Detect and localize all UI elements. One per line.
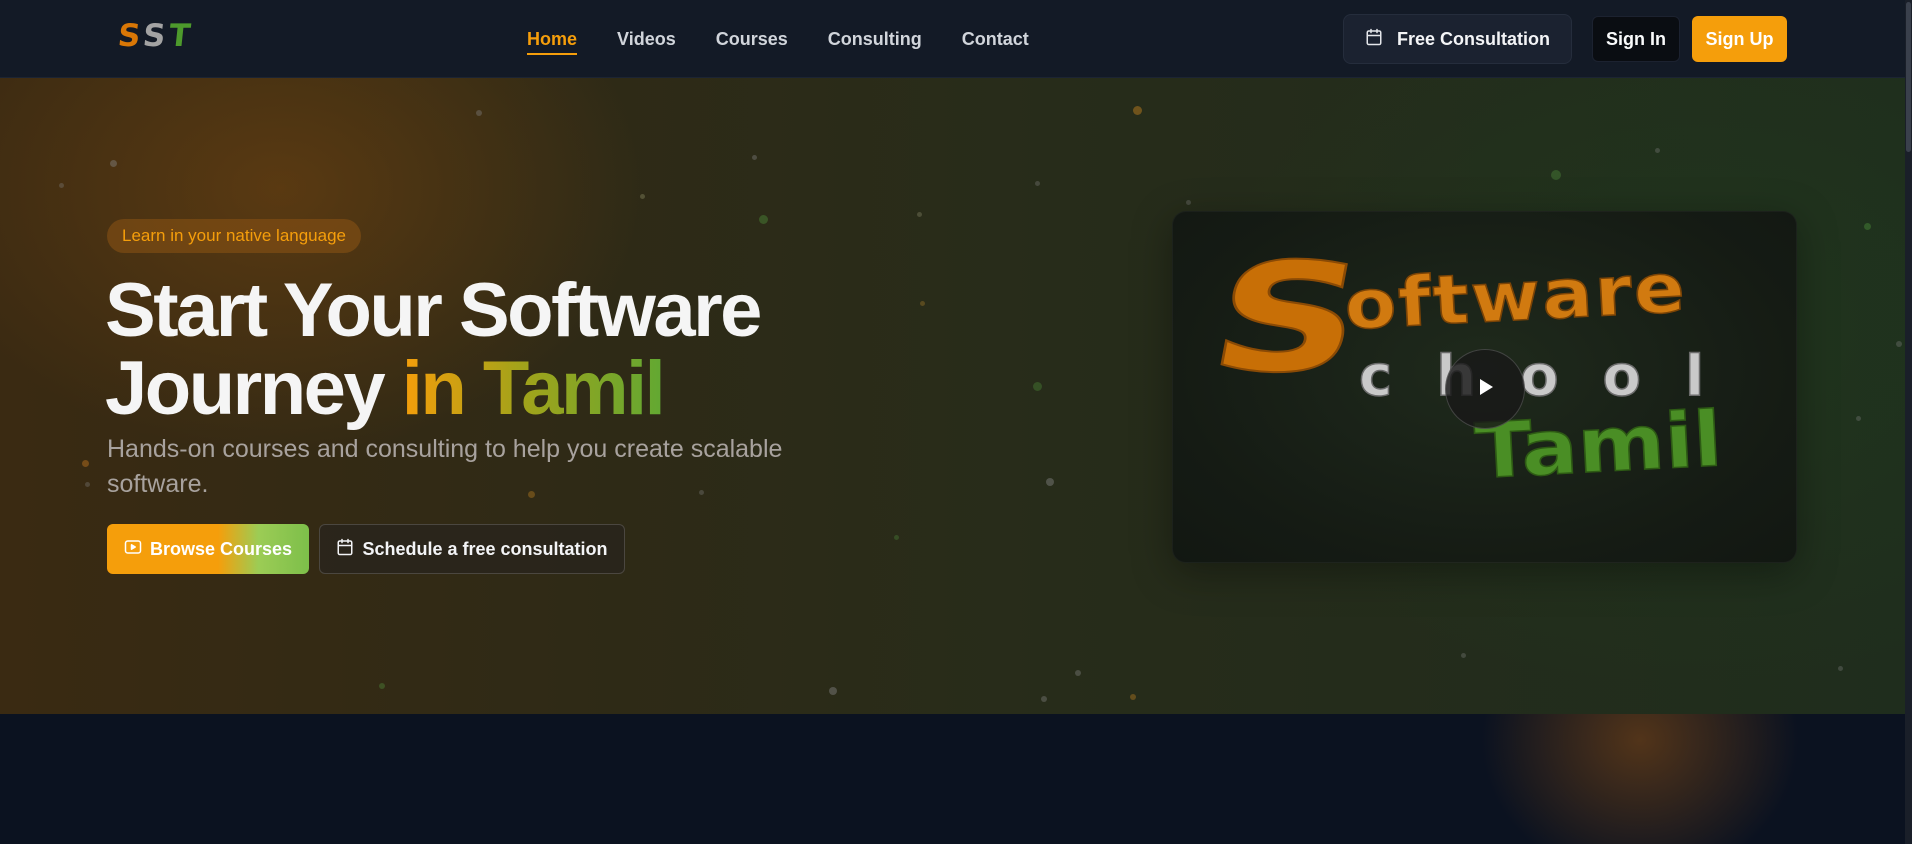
free-consultation-label: Free Consultation <box>1396 28 1550 49</box>
hero-section: Learn in your native language Start Your… <box>0 78 1905 714</box>
nav-courses[interactable]: Courses <box>716 0 788 78</box>
hero-headline: Start Your Software Journey in Tamil <box>105 272 905 428</box>
nav-home[interactable]: Home <box>527 0 578 78</box>
video-icon <box>124 538 142 561</box>
free-consultation-button[interactable]: Free Consultation <box>1343 14 1572 64</box>
page-scrollbar-thumb[interactable] <box>1906 2 1911 152</box>
next-section <box>0 714 1905 844</box>
headline-line-1: Start Your Software <box>105 268 762 353</box>
sign-up-button[interactable]: Sign Up <box>1692 16 1787 62</box>
native-language-badge: Learn in your native language <box>107 219 361 253</box>
nav-consulting[interactable]: Consulting <box>828 0 922 78</box>
browse-courses-label: Browse Courses <box>149 538 293 559</box>
sst-logo[interactable]: S S T <box>116 18 195 54</box>
logo-letter-3: T <box>166 18 195 54</box>
decorative-glow <box>1480 714 1800 844</box>
hero-subtext: Hands-on courses and consulting to help … <box>107 435 783 498</box>
nav-videos[interactable]: Videos <box>617 0 676 78</box>
thumbnail-word-oftware: oftware <box>1342 248 1690 346</box>
browse-courses-button[interactable]: Browse Courses <box>107 524 309 574</box>
headline-line-2-plain: Journey <box>105 346 402 431</box>
logo-letter-1: S <box>116 18 146 54</box>
top-navbar: S S T Home Videos Courses Consulting Con… <box>0 0 1905 78</box>
schedule-consultation-label: Schedule a free consultation <box>362 538 608 559</box>
play-button[interactable] <box>1445 349 1525 429</box>
main-nav: Home Videos Courses Consulting Contact <box>527 0 1029 78</box>
logo-letter-2: S <box>141 18 171 54</box>
headline-accent-in-tamil: in Tamil <box>401 346 666 431</box>
nav-contact[interactable]: Contact <box>962 0 1029 78</box>
sign-in-button[interactable]: Sign In <box>1592 16 1680 62</box>
calendar-icon <box>336 538 354 561</box>
play-icon <box>1473 375 1497 404</box>
intro-video-thumbnail[interactable]: S oftware chool Tamil <box>1172 211 1797 563</box>
schedule-consultation-button[interactable]: Schedule a free consultation <box>319 524 625 574</box>
calendar-icon <box>1365 28 1383 51</box>
